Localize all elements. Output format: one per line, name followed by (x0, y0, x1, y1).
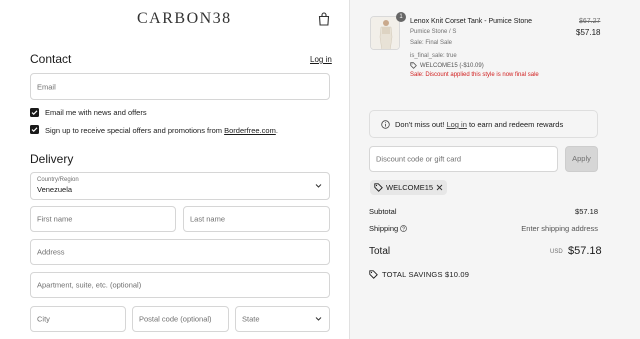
postal-code-field[interactable]: Postal code (optional) (132, 306, 229, 332)
rewards-notice-text: Don't miss out! Log in to earn and redee… (395, 120, 563, 129)
total-savings: TOTAL SAVINGS $10.09 (382, 270, 470, 279)
promo-label-suffix: . (275, 126, 278, 135)
subtotal-value: $57.18 (575, 207, 598, 216)
state-select[interactable]: State (235, 306, 330, 332)
promo-checkbox-label: Sign up to receive special offers and pr… (45, 126, 278, 135)
discount-code-field[interactable]: Discount code or gift card (369, 146, 558, 172)
rewards-notice-suffix: to earn and redeem rewards (466, 120, 564, 129)
tag-icon (410, 62, 417, 69)
email-placeholder: Email (37, 82, 56, 91)
borderfree-link[interactable]: Borderfree.com (224, 126, 276, 135)
product-title: Lenox Knit Corset Tank - Pumice Stone (410, 18, 533, 25)
checkmark-icon (31, 127, 38, 133)
shipping-value: Enter shipping address (521, 224, 598, 233)
postal-code-placeholder: Postal code (optional) (139, 314, 212, 324)
quantity-badge: 1 (396, 12, 406, 22)
last-name-placeholder: Last name (190, 214, 226, 224)
info-icon (381, 120, 390, 129)
product-discount-tag: WELCOME15 (-$10.09) (410, 62, 484, 69)
address-field[interactable]: Address (30, 239, 330, 265)
current-price: $57.18 (576, 28, 601, 37)
total-value: $57.18 (568, 245, 602, 257)
first-name-placeholder: First name (37, 214, 73, 224)
chevron-down-icon (315, 184, 322, 188)
applied-discount-chip: WELCOME15 (370, 180, 447, 195)
email-field[interactable]: Email (30, 73, 330, 100)
checkmark-icon (31, 110, 38, 116)
product-thumbnail (370, 16, 400, 50)
country-value: Venezuela (37, 185, 73, 194)
product-meta: is_final_sale: true (410, 53, 457, 59)
shipping-label: Shipping (369, 224, 399, 233)
apartment-field[interactable]: Apartment, suite, etc. (optional) (30, 272, 330, 298)
discount-warning: Sale: Discount applied this style is now… (410, 72, 539, 78)
product-sale-note: Sale: Final Sale (410, 40, 453, 46)
question-icon[interactable] (400, 225, 407, 232)
tag-icon (369, 270, 378, 279)
contact-heading: Contact (30, 52, 72, 66)
city-field[interactable]: City (30, 306, 126, 332)
first-name-field[interactable]: First name (30, 206, 176, 232)
news-checkbox[interactable] (30, 108, 39, 117)
product-discount-text: WELCOME15 (-$10.09) (420, 62, 484, 69)
country-label: Country/Region (37, 177, 79, 183)
promo-label-text: Sign up to receive special offers and pr… (45, 126, 225, 135)
delivery-heading: Delivery (30, 152, 74, 166)
applied-discount-code: WELCOME15 (386, 183, 434, 192)
brand-logo[interactable]: CARBON38 (137, 10, 232, 28)
news-checkbox-label: Email me with news and offers (45, 108, 147, 117)
promo-checkbox[interactable] (30, 125, 39, 134)
state-placeholder: State (242, 314, 260, 324)
tag-icon (374, 183, 383, 192)
chevron-down-icon (315, 317, 322, 321)
rewards-login-link[interactable]: Log in (446, 120, 466, 129)
apartment-placeholder: Apartment, suite, etc. (optional) (37, 280, 142, 290)
discount-code-placeholder: Discount code or gift card (376, 154, 462, 164)
original-price: $67.27 (579, 18, 601, 25)
city-placeholder: City (37, 314, 50, 324)
shopping-bag-icon[interactable] (318, 12, 330, 26)
currency-code: USD (550, 249, 563, 255)
apply-button[interactable]: Apply (565, 146, 598, 172)
total-label: Total (369, 246, 391, 257)
checkout-form-panel: CARBON38 Contact Log in Email Email me w… (0, 0, 349, 339)
address-placeholder: Address (37, 247, 65, 257)
login-link[interactable]: Log in (310, 55, 332, 64)
product-variant: Pumice Stone / S (410, 29, 457, 35)
country-select[interactable]: Country/Region Venezuela (30, 172, 330, 200)
rewards-notice: Don't miss out! Log in to earn and redee… (369, 110, 598, 138)
close-icon[interactable] (436, 184, 443, 191)
subtotal-label: Subtotal (369, 207, 397, 216)
last-name-field[interactable]: Last name (183, 206, 330, 232)
rewards-notice-prefix: Don't miss out! (395, 120, 447, 129)
